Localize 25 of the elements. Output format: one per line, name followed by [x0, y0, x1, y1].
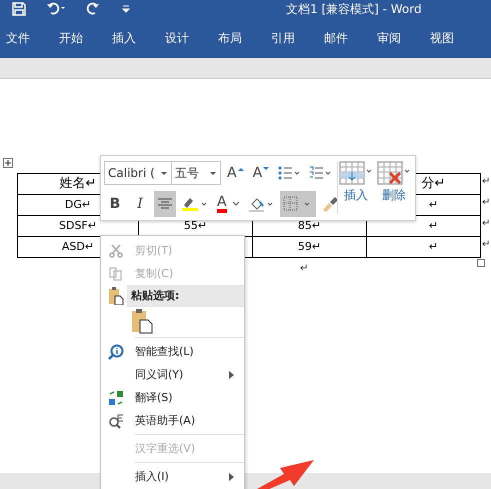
row-end-mark: ↵ — [481, 218, 490, 229]
menu-item[interactable]: 英语助手(A) — [101, 409, 244, 432]
menu-item[interactable]: 同义词(Y) — [101, 363, 244, 386]
font-dropdown[interactable]: Calibri ( — [104, 161, 172, 185]
ribbon-tab[interactable]: 文件 — [6, 30, 59, 46]
menu-item[interactable]: 插入(I) — [101, 465, 244, 488]
ribbon-tab[interactable]: 引用 — [271, 30, 324, 46]
menu-item[interactable]: 翻译(S) — [101, 386, 244, 409]
row-end-mark: ↵ — [481, 197, 490, 208]
size-dropdown[interactable]: 五号 — [171, 161, 221, 185]
ribbon-tab[interactable]: 审阅 — [377, 30, 430, 46]
window-title: 文档1 [兼容模式] - Word — [286, 0, 422, 18]
ribbon-tab[interactable]: 视图 — [430, 30, 483, 46]
menu-item[interactable]: 智能查找(L) — [101, 340, 244, 363]
ribbon-tab[interactable]: 布局 — [218, 30, 271, 46]
shrink-font-button[interactable]: A — [250, 160, 272, 186]
ribbon-tab[interactable]: 设计 — [165, 30, 218, 46]
paragraph-mark: ↵ — [300, 263, 308, 274]
row-end-mark: ↵ — [481, 176, 490, 187]
table-cell: ↵ — [366, 236, 481, 258]
row-end-mark: ↵ — [481, 239, 490, 250]
ribbon-tab[interactable]: 邮件 — [324, 30, 377, 46]
ribbon-tab[interactable]: 开始 — [59, 30, 112, 46]
grow-font-button[interactable]: A — [224, 160, 247, 186]
ribbon-tab[interactable]: 插入 — [112, 30, 165, 46]
